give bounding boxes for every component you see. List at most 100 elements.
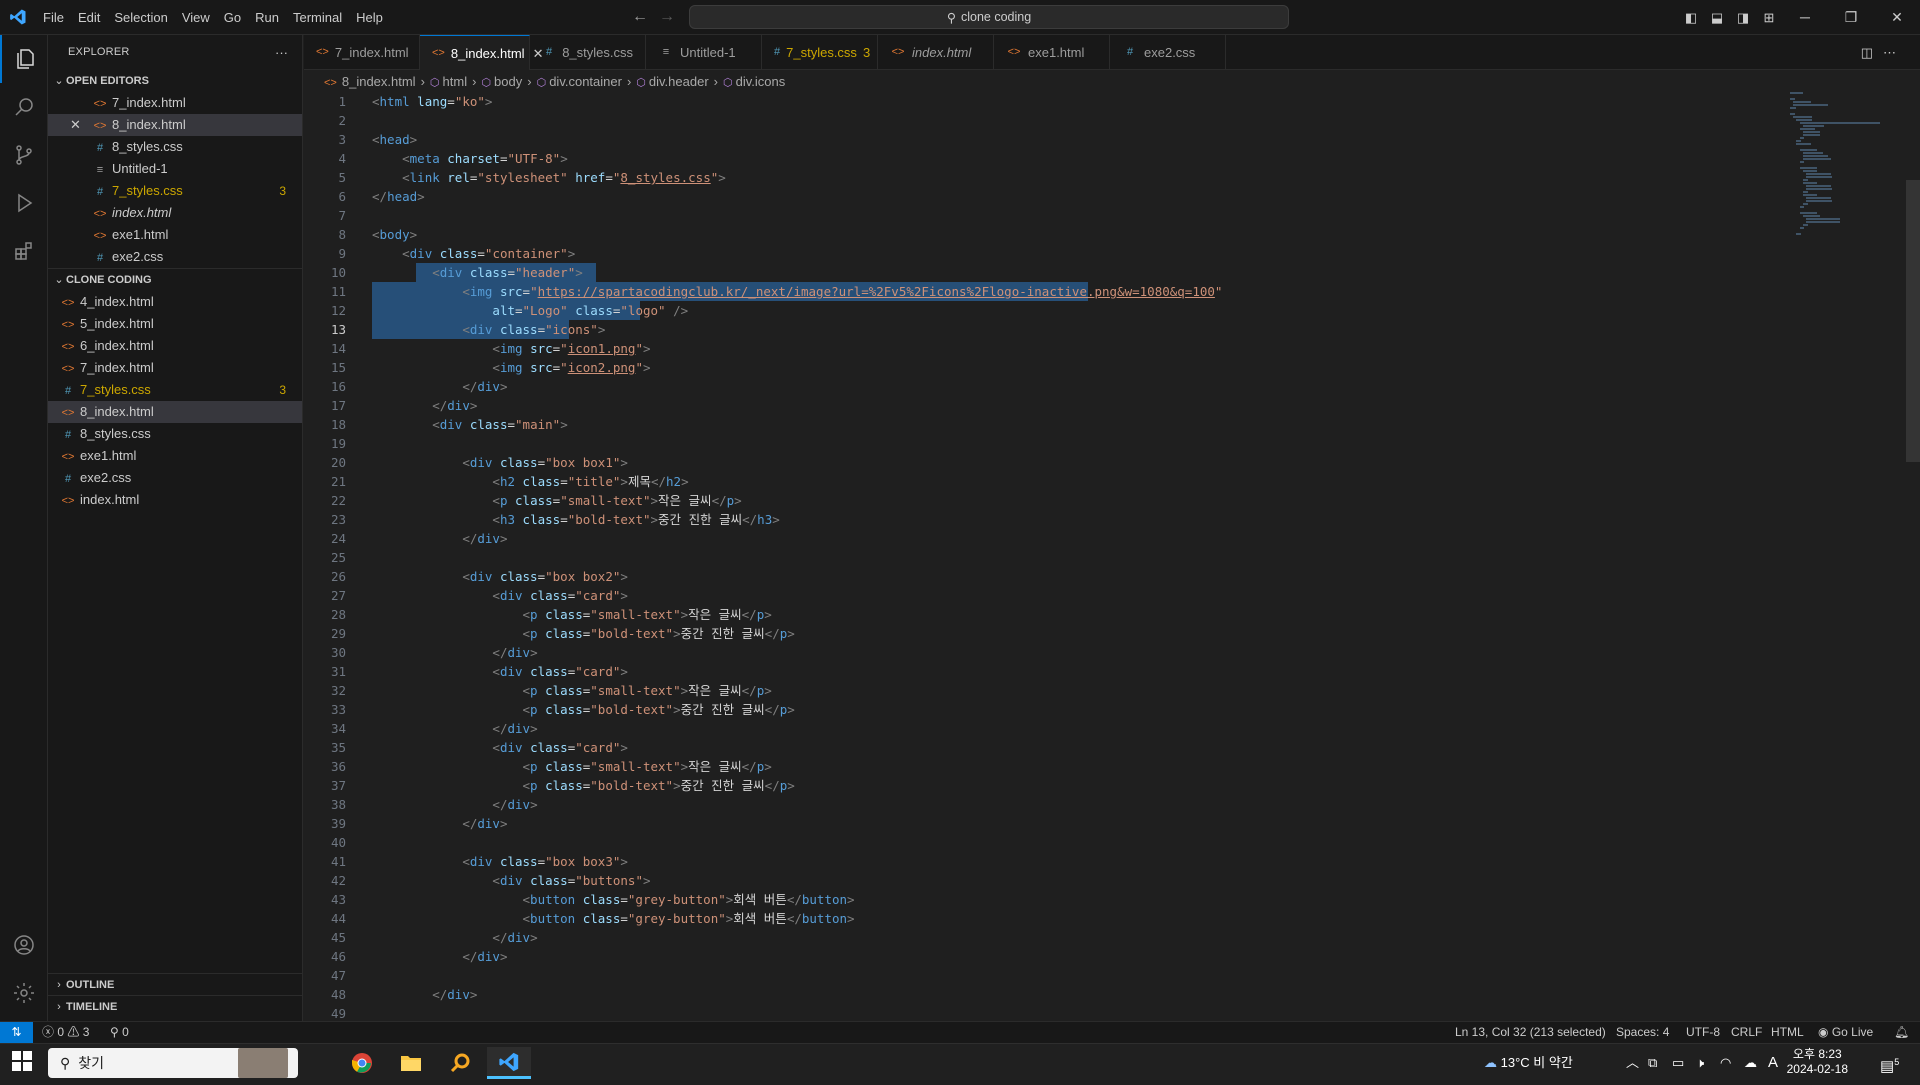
- indentation[interactable]: Spaces: 4: [1616, 1022, 1669, 1043]
- ports-indicator[interactable]: ⚲ 0: [110, 1022, 129, 1043]
- tab-8-index-html[interactable]: <> 8_index.html ✕: [420, 35, 543, 70]
- tab-index-html[interactable]: <> index.html: [878, 35, 994, 70]
- ime-indicator[interactable]: A: [1768, 1044, 1778, 1081]
- extensions-icon[interactable]: [0, 227, 48, 275]
- forward-arrow-icon[interactable]: →: [659, 8, 675, 26]
- open-editor-item[interactable]: #7_styles.css 3: [48, 180, 302, 202]
- file-tree-item[interactable]: <> index.html: [48, 489, 302, 511]
- chrome-app-icon[interactable]: [340, 1047, 384, 1079]
- toggle-primary-sidebar-icon[interactable]: ◧: [1678, 10, 1704, 26]
- code-line[interactable]: <img src="icon1.png">: [372, 339, 650, 358]
- file-explorer-app-icon[interactable]: [389, 1047, 433, 1079]
- tab-exe2-css[interactable]: # exe2.css: [1110, 35, 1226, 70]
- code-line[interactable]: <div class="card">: [372, 662, 628, 681]
- file-tree-item[interactable]: <> 5_index.html: [48, 313, 302, 335]
- code-line[interactable]: <div class="box box2">: [372, 567, 628, 586]
- menu-go[interactable]: Go: [217, 0, 248, 35]
- split-editor-icon[interactable]: ◫⋯: [1861, 35, 1906, 70]
- code-line[interactable]: <p class="small-text">작은 글씨</p>: [372, 681, 772, 700]
- folder-header[interactable]: ⌄ CLONE CODING: [48, 269, 302, 291]
- code-line[interactable]: </div>: [372, 985, 477, 1004]
- more-actions-icon[interactable]: ···: [275, 35, 288, 70]
- code-line[interactable]: <div class="box box1">: [372, 453, 628, 472]
- toggle-panel-icon[interactable]: ⬓: [1704, 10, 1730, 26]
- menu-terminal[interactable]: Terminal: [286, 0, 349, 35]
- menu-edit[interactable]: Edit: [71, 0, 107, 35]
- code-line[interactable]: <div class="card">: [372, 738, 628, 757]
- code-line[interactable]: </div>: [372, 643, 537, 662]
- onedrive-cloud-icon[interactable]: ☁︎: [1744, 1044, 1757, 1081]
- open-editor-item[interactable]: <> exe1.html: [48, 224, 302, 246]
- windows-start-icon[interactable]: [10, 1051, 34, 1075]
- restore-button[interactable]: ❐: [1828, 0, 1874, 35]
- accounts-icon[interactable]: [0, 921, 48, 969]
- open-editor-item[interactable]: ✕ <> 8_index.html: [48, 114, 302, 136]
- code-line[interactable]: <p class="small-text">작은 글씨</p>: [372, 491, 741, 510]
- search-app-icon[interactable]: [438, 1047, 482, 1079]
- code-line[interactable]: <p class="bold-text">중간 진한 글씨</p>: [372, 624, 795, 643]
- code-line[interactable]: </div>: [372, 529, 507, 548]
- menu-file[interactable]: File: [36, 0, 71, 35]
- minimap[interactable]: [1790, 92, 1906, 252]
- code-line[interactable]: <img src="https://spartacodingclub.kr/_n…: [372, 282, 1222, 301]
- code-line[interactable]: </div>: [372, 377, 507, 396]
- code-editor[interactable]: 1 <html lang="ko"> 2 3 <head> 4 <meta charset…: [304, 92, 1920, 1021]
- minimize-button[interactable]: ─: [1782, 0, 1828, 35]
- tab-7-index-html[interactable]: <> 7_index.html: [304, 35, 420, 70]
- tab-untitled-1[interactable]: ≡ Untitled-1: [646, 35, 762, 70]
- editor-scrollbar[interactable]: [1906, 180, 1920, 462]
- weather-widget[interactable]: ☁︎ 13°C 비 약간: [1484, 1044, 1573, 1081]
- file-tree-item[interactable]: <> exe1.html: [48, 445, 302, 467]
- code-line[interactable]: <div class="main">: [372, 415, 568, 434]
- code-line[interactable]: <h3 class="bold-text">중간 진한 글씨</h3>: [372, 510, 779, 529]
- code-line[interactable]: <html lang="ko">: [372, 92, 492, 111]
- file-tree-item[interactable]: <> 6_index.html: [48, 335, 302, 357]
- problems-indicator[interactable]: ⓧ 0 ⚠ 3: [42, 1022, 89, 1043]
- breadcrumb-item[interactable]: <> 8_index.html: [324, 74, 416, 89]
- file-tree-item[interactable]: # exe2.css: [48, 467, 302, 489]
- code-line[interactable]: </div>: [372, 947, 507, 966]
- taskbar-search[interactable]: ⚲ 찾기: [48, 1048, 298, 1078]
- file-tree-item[interactable]: #7_styles.css 3: [48, 379, 302, 401]
- tab-8-styles-css[interactable]: #8_styles.css: [530, 35, 646, 70]
- code-line[interactable]: <div class="header">: [372, 263, 583, 282]
- code-line[interactable]: <div class="box box3">: [372, 852, 628, 871]
- toggle-secondary-sidebar-icon[interactable]: ◨: [1730, 10, 1756, 26]
- breadcrumb-item[interactable]: ⬡ html: [430, 74, 467, 89]
- customize-layout-icon[interactable]: ⊞: [1756, 10, 1782, 26]
- code-line[interactable]: <div class="card">: [372, 586, 628, 605]
- code-line[interactable]: alt="Logo" class="logo" />: [372, 301, 688, 320]
- end-of-line[interactable]: CRLF: [1731, 1022, 1762, 1043]
- search-icon[interactable]: [0, 83, 48, 131]
- code-line[interactable]: </head>: [372, 187, 425, 206]
- file-tree-item[interactable]: #8_styles.css: [48, 423, 302, 445]
- cursor-position[interactable]: Ln 13, Col 32 (213 selected): [1455, 1022, 1606, 1043]
- clock[interactable]: 오후 8:23 2024-02-18: [1787, 1047, 1848, 1077]
- notification-center-icon[interactable]: ▤5: [1880, 1044, 1899, 1085]
- code-line[interactable]: </div>: [372, 814, 507, 833]
- code-line[interactable]: <img src="icon2.png">: [372, 358, 650, 377]
- settings-gear-icon[interactable]: [0, 969, 48, 1017]
- outline-header[interactable]: › OUTLINE: [48, 974, 302, 996]
- code-line[interactable]: <h2 class="title">제목</h2>: [372, 472, 688, 491]
- run-debug-icon[interactable]: [0, 179, 48, 227]
- code-line[interactable]: <link rel="stylesheet" href="8_styles.cs…: [372, 168, 726, 187]
- code-line[interactable]: </div>: [372, 795, 537, 814]
- encoding[interactable]: UTF-8: [1686, 1022, 1720, 1043]
- code-line[interactable]: <p class="bold-text">중간 진한 글씨</p>: [372, 700, 795, 719]
- code-line[interactable]: <div class="icons">: [372, 320, 605, 339]
- open-editor-item[interactable]: ≡ Untitled-1: [48, 158, 302, 180]
- code-line[interactable]: <button class="grey-button">회색 버튼</butto…: [372, 890, 855, 909]
- code-line[interactable]: <body>: [372, 225, 417, 244]
- battery-icon[interactable]: ▭: [1672, 1044, 1684, 1081]
- menu-selection[interactable]: Selection: [107, 0, 174, 35]
- breadcrumb-item[interactable]: ⬡ body: [481, 74, 522, 89]
- vscode-app-icon[interactable]: [487, 1047, 531, 1079]
- open-editor-item[interactable]: #8_styles.css: [48, 136, 302, 158]
- file-tree-item[interactable]: <> 4_index.html: [48, 291, 302, 313]
- remote-indicator-icon[interactable]: ⇅: [0, 1022, 33, 1044]
- wifi-icon[interactable]: ◠: [1720, 1044, 1731, 1081]
- code-line[interactable]: </div>: [372, 396, 477, 415]
- close-icon[interactable]: ✕: [70, 114, 81, 136]
- volume-icon[interactable]: 🕨︎: [1696, 1044, 1704, 1081]
